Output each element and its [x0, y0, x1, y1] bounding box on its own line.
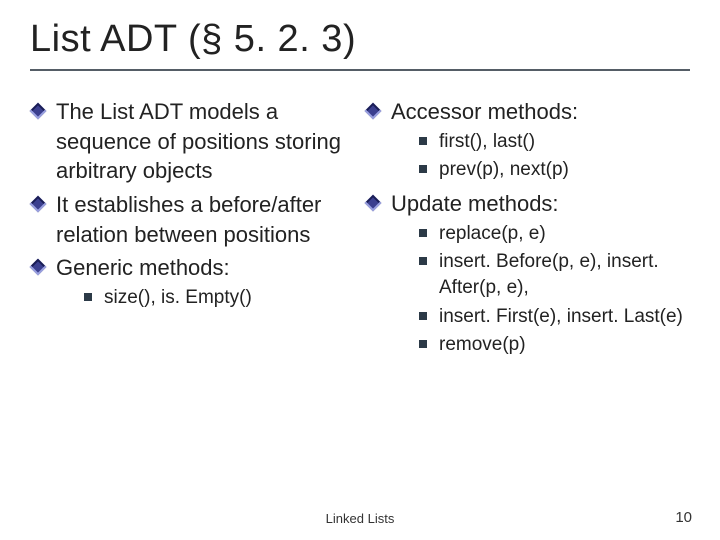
list-item: Generic methods: size(), is. Empty()	[30, 253, 355, 310]
sublist-item: insert. Before(p, e), insert. After(p, e…	[419, 249, 690, 300]
left-list: The List ADT models a sequence of positi…	[30, 97, 355, 311]
accessor-sublist: first(), last() prev(p), next(p)	[419, 129, 690, 183]
sublist-item: first(), last()	[419, 129, 690, 155]
content-columns: The List ADT models a sequence of positi…	[30, 97, 690, 364]
list-item-label: Update methods:	[391, 191, 559, 216]
sublist-item: insert. First(e), insert. Last(e)	[419, 304, 690, 330]
footer-text: Linked Lists	[0, 511, 720, 526]
list-item: It establishes a before/after relation b…	[30, 190, 355, 249]
right-column: Accessor methods: first(), last() prev(p…	[365, 97, 690, 364]
sublist-item: replace(p, e)	[419, 221, 690, 247]
slide: List ADT (§ 5. 2. 3) The List ADT models…	[0, 0, 720, 540]
list-item: Update methods: replace(p, e) insert. Be…	[365, 189, 690, 358]
page-number: 10	[675, 509, 692, 526]
sublist-item: prev(p), next(p)	[419, 157, 690, 183]
sublist-item: remove(p)	[419, 332, 690, 358]
sublist-item: size(), is. Empty()	[84, 285, 355, 311]
list-item-label: Accessor methods:	[391, 99, 578, 124]
right-list: Accessor methods: first(), last() prev(p…	[365, 97, 690, 358]
title-rule	[30, 69, 690, 71]
list-item: Accessor methods: first(), last() prev(p…	[365, 97, 690, 183]
slide-title: List ADT (§ 5. 2. 3)	[30, 18, 690, 61]
left-column: The List ADT models a sequence of positi…	[30, 97, 355, 364]
list-item-label: Generic methods:	[56, 255, 230, 280]
list-item: The List ADT models a sequence of positi…	[30, 97, 355, 186]
update-sublist: replace(p, e) insert. Before(p, e), inse…	[419, 221, 690, 358]
left-sublist: size(), is. Empty()	[84, 285, 355, 311]
